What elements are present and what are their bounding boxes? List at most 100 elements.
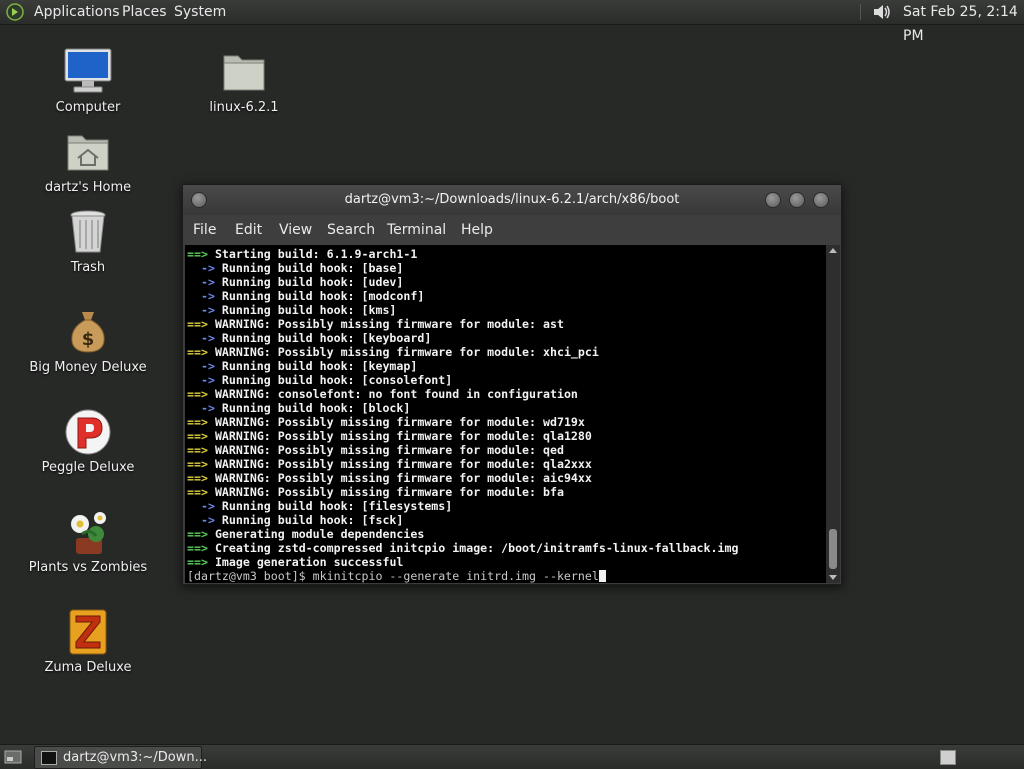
- terminal-output[interactable]: ==> Starting build: 6.1.9-arch1-1 -> Run…: [185, 245, 826, 583]
- terminal-window[interactable]: dartz@vm3:~/Downloads/linux-6.2.1/arch/x…: [182, 184, 842, 585]
- terminal-line: -> Running build hook: [udev]: [187, 275, 826, 289]
- bottom-panel: dartz@vm3:~/Down...: [0, 744, 1024, 769]
- line-arrow: ->: [187, 359, 215, 373]
- window-menu-button[interactable]: [191, 192, 207, 208]
- line-text: WARNING: consolefont: no font found in c…: [214, 387, 578, 401]
- terminal-line: ==> WARNING: Possibly missing firmware f…: [187, 443, 826, 457]
- terminal-prompt-line[interactable]: [dartz@vm3 boot]$ mkinitcpio --generate …: [187, 569, 826, 583]
- terminal-line: -> Running build hook: [filesystems]: [187, 499, 826, 513]
- desktop-icon-zuma[interactable]: Zuma Deluxe: [28, 606, 148, 675]
- line-arrow: ==>: [187, 541, 208, 555]
- trash-icon: [70, 210, 106, 253]
- line-text: Running build hook: [keyboard]: [221, 331, 432, 345]
- terminal-line: -> Running build hook: [kms]: [187, 303, 826, 317]
- menu-terminal[interactable]: Terminal: [387, 215, 446, 245]
- applications-menu-icon[interactable]: [6, 3, 24, 21]
- desktop-icon-trash[interactable]: Trash: [28, 206, 148, 275]
- terminal-scrollbar[interactable]: [826, 245, 840, 583]
- terminal-line: ==> Generating module dependencies: [187, 527, 826, 541]
- line-text: Image generation successful: [214, 555, 404, 569]
- terminal-line: ==> WARNING: consolefont: no font found …: [187, 387, 826, 401]
- line-text: Running build hook: [keymap]: [221, 359, 418, 373]
- line-arrow: ==>: [187, 527, 208, 541]
- line-text: WARNING: Possibly missing firmware for m…: [214, 415, 585, 429]
- maximize-button[interactable]: [789, 192, 805, 208]
- line-arrow: ->: [187, 261, 215, 275]
- menu-edit[interactable]: Edit: [235, 215, 262, 245]
- folder-icon: [223, 55, 265, 91]
- line-arrow: ==>: [187, 471, 208, 485]
- peggle-icon: [65, 409, 111, 455]
- line-arrow: ==>: [187, 457, 208, 471]
- terminal-line: ==> Image generation successful: [187, 555, 826, 569]
- menu-view[interactable]: View: [279, 215, 312, 245]
- line-arrow: ->: [187, 513, 215, 527]
- close-button[interactable]: [813, 192, 829, 208]
- applications-menu[interactable]: Applications: [34, 0, 120, 24]
- line-arrow: ==>: [187, 443, 208, 457]
- scroll-down-icon[interactable]: [829, 575, 837, 580]
- scroll-up-icon[interactable]: [829, 248, 837, 253]
- line-text: Starting build: 6.1.9-arch1-1: [214, 247, 418, 261]
- desktop-icon-big-money[interactable]: $ Big Money Deluxe: [28, 306, 148, 375]
- svg-text:$: $: [82, 329, 95, 350]
- desktop-icon-peggle[interactable]: Peggle Deluxe: [28, 406, 148, 475]
- desktop-icon-linux-folder[interactable]: linux-6.2.1: [184, 46, 304, 115]
- terminal-line: -> Running build hook: [block]: [187, 401, 826, 415]
- taskbar-terminal-button[interactable]: dartz@vm3:~/Down...: [34, 746, 207, 769]
- places-menu[interactable]: Places: [122, 0, 167, 24]
- volume-icon[interactable]: [872, 3, 892, 21]
- terminal-lines: ==> Starting build: 6.1.9-arch1-1 -> Run…: [187, 247, 826, 569]
- line-text: WARNING: Possibly missing firmware for m…: [214, 471, 592, 485]
- terminal-line: ==> Creating zstd-compressed initcpio im…: [187, 541, 826, 555]
- scrollbar-thumb[interactable]: [829, 529, 837, 569]
- line-text: Running build hook: [base]: [221, 261, 404, 275]
- line-text: WARNING: Possibly missing firmware for m…: [214, 345, 599, 359]
- desktop-icon-plants-vs-zombies[interactable]: Plants vs Zombies: [28, 506, 148, 575]
- line-arrow: ==>: [187, 345, 208, 359]
- taskbar-button-label: dartz@vm3:~/Down...: [63, 750, 207, 765]
- line-arrow: ->: [187, 275, 215, 289]
- line-text: Running build hook: [kms]: [221, 303, 397, 317]
- window-titlebar[interactable]: dartz@vm3:~/Downloads/linux-6.2.1/arch/x…: [183, 185, 841, 215]
- command-input[interactable]: mkinitcpio --generate initrd.img --kerne…: [313, 569, 599, 583]
- minimize-button[interactable]: [765, 192, 781, 208]
- terminal-line: ==> WARNING: Possibly missing firmware f…: [187, 471, 826, 485]
- desktop-icon-home[interactable]: dartz's Home: [28, 126, 148, 195]
- line-text: Running build hook: [block]: [221, 401, 411, 415]
- clock[interactable]: Sat Feb 25, 2:14 PM: [903, 0, 1024, 44]
- system-menu[interactable]: System: [174, 0, 226, 24]
- terminal-line: ==> WARNING: Possibly missing firmware f…: [187, 457, 826, 471]
- desktop-icon-label: Zuma Deluxe: [44, 660, 132, 675]
- line-text: WARNING: Possibly missing firmware for m…: [214, 457, 592, 471]
- line-text: WARNING: Possibly missing firmware for m…: [214, 485, 564, 499]
- desktop-icon-computer[interactable]: Computer: [28, 46, 148, 115]
- terminal-line: -> Running build hook: [keyboard]: [187, 331, 826, 345]
- line-arrow: ==>: [187, 317, 208, 331]
- line-text: Creating zstd-compressed initcpio image:…: [214, 541, 739, 555]
- panel-separator: [860, 4, 863, 20]
- terminal-line: -> Running build hook: [fsck]: [187, 513, 826, 527]
- workspace-switcher[interactable]: [940, 750, 956, 765]
- line-arrow: ->: [187, 499, 215, 513]
- desktop-icon-label: Plants vs Zombies: [28, 560, 148, 575]
- line-text: WARNING: Possibly missing firmware for m…: [214, 429, 592, 443]
- line-arrow: ==>: [187, 247, 208, 261]
- line-text: Running build hook: [udev]: [221, 275, 404, 289]
- desktop-icon-label: dartz's Home: [44, 180, 132, 195]
- desktop-icon-label: Peggle Deluxe: [41, 460, 135, 475]
- menu-search[interactable]: Search: [327, 215, 375, 245]
- show-desktop-icon[interactable]: [4, 749, 22, 765]
- line-arrow: ->: [187, 331, 215, 345]
- terminal-line: ==> WARNING: Possibly missing firmware f…: [187, 429, 826, 443]
- desktop-icon-label: linux-6.2.1: [209, 100, 279, 115]
- line-arrow: ->: [187, 289, 215, 303]
- line-text: WARNING: Possibly missing firmware for m…: [214, 317, 564, 331]
- menu-help[interactable]: Help: [461, 215, 493, 245]
- line-arrow: ->: [187, 373, 215, 387]
- line-arrow: ->: [187, 401, 215, 415]
- terminal-line: -> Running build hook: [keymap]: [187, 359, 826, 373]
- menu-file[interactable]: File: [193, 215, 216, 245]
- home-folder-icon: [67, 135, 109, 171]
- line-text: Running build hook: [fsck]: [221, 513, 404, 527]
